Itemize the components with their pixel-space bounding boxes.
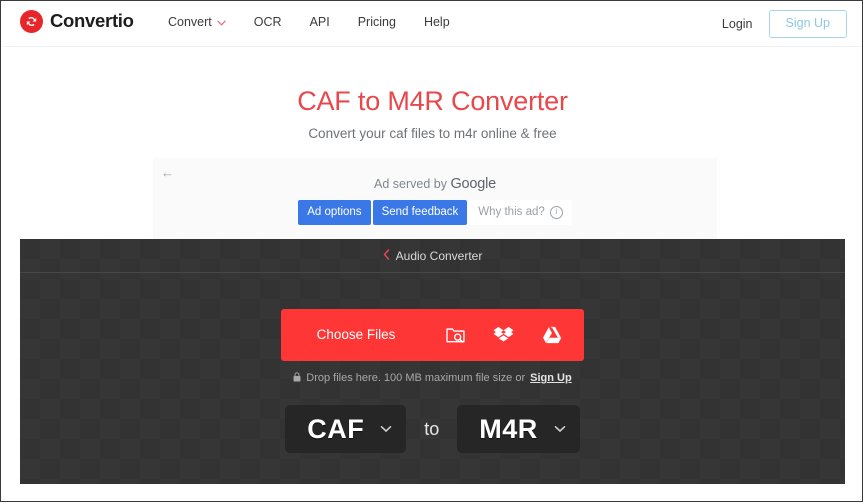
chevron-down-icon	[554, 420, 566, 438]
file-source-icons	[431, 321, 584, 349]
chevron-down-icon	[217, 16, 226, 29]
nav-item-label: API	[309, 15, 330, 29]
target-format-value: M4R	[479, 413, 538, 444]
format-selectors: CAF to M4R	[20, 405, 845, 453]
choose-files-row: Choose Files	[20, 309, 845, 361]
choose-files-label: Choose Files	[316, 327, 396, 343]
hero-section: CAF to M4R Converter Convert your caf fi…	[1, 85, 862, 143]
site-logo-text: Convertio	[50, 10, 134, 32]
chevron-left-icon	[383, 247, 390, 265]
chevron-down-icon	[380, 420, 392, 438]
why-this-ad-label: Why this ad?	[478, 206, 545, 218]
drop-files-text: Drop files here. 100 MB maximum file siz…	[306, 372, 526, 384]
drop-note-signup-link[interactable]: Sign Up	[530, 373, 572, 384]
login-link[interactable]: Login	[722, 17, 753, 31]
folder-search-icon[interactable]	[441, 321, 469, 349]
ad-served-brand: Google	[450, 176, 496, 192]
breadcrumb-label: Audio Converter	[395, 248, 483, 263]
lock-icon	[293, 372, 301, 385]
nav-item-label: Pricing	[357, 15, 396, 29]
convertio-circle-arrow-icon	[20, 10, 43, 33]
source-format-value: CAF	[307, 413, 365, 444]
nav-item-pricing[interactable]: Pricing	[358, 16, 396, 29]
google-drive-icon[interactable]	[538, 321, 566, 349]
format-connector-label: to	[424, 419, 440, 439]
choose-files-button[interactable]: Choose Files	[281, 309, 584, 361]
nav-item-label: Convert	[168, 15, 212, 29]
converter-section: Audio Converter Choose Files Drop files …	[20, 239, 845, 484]
nav-item-label: Help	[423, 15, 450, 29]
header-actions: Login Sign Up	[722, 10, 847, 38]
ad-buttons: Ad options Send feedback Why this ad? i	[153, 200, 717, 226]
why-this-ad-button[interactable]: Why this ad? i	[469, 200, 572, 226]
nav-item-convert[interactable]: Convert	[168, 16, 226, 29]
nav-item-api[interactable]: API	[310, 16, 330, 29]
source-format-select[interactable]: CAF	[285, 405, 407, 453]
ad-panel: ← Ad served by Google Ad options Send fe…	[153, 158, 717, 239]
breadcrumb[interactable]: Audio Converter	[20, 239, 845, 273]
send-feedback-button[interactable]: Send feedback	[372, 200, 468, 226]
ad-served-prefix: Ad served by	[373, 177, 447, 191]
dropbox-icon[interactable]	[489, 321, 517, 349]
drop-files-note: Drop files here. 100 MB maximum file siz…	[20, 372, 845, 385]
nav-item-ocr[interactable]: OCR	[254, 16, 282, 29]
page-subtitle: Convert your caf files to m4r online & f…	[308, 126, 557, 142]
site-logo[interactable]: Convertio	[20, 10, 134, 33]
site-header: Convertio Convert OCR API Pricing Help L…	[2, 2, 862, 47]
nav-item-help[interactable]: Help	[424, 16, 450, 29]
page-title: CAF to M4R Converter	[297, 86, 568, 116]
ad-options-button[interactable]: Ad options	[298, 200, 371, 226]
info-circle-icon: i	[549, 205, 563, 219]
main-nav: Convert OCR API Pricing Help	[168, 16, 450, 29]
signup-button[interactable]: Sign Up	[768, 10, 847, 38]
target-format-select[interactable]: M4R	[457, 405, 580, 453]
browser-page: Convertio Convert OCR API Pricing Help L…	[0, 0, 863, 502]
nav-item-label: OCR	[253, 15, 282, 29]
ad-served-by-label: Ad served by Google	[153, 177, 717, 192]
